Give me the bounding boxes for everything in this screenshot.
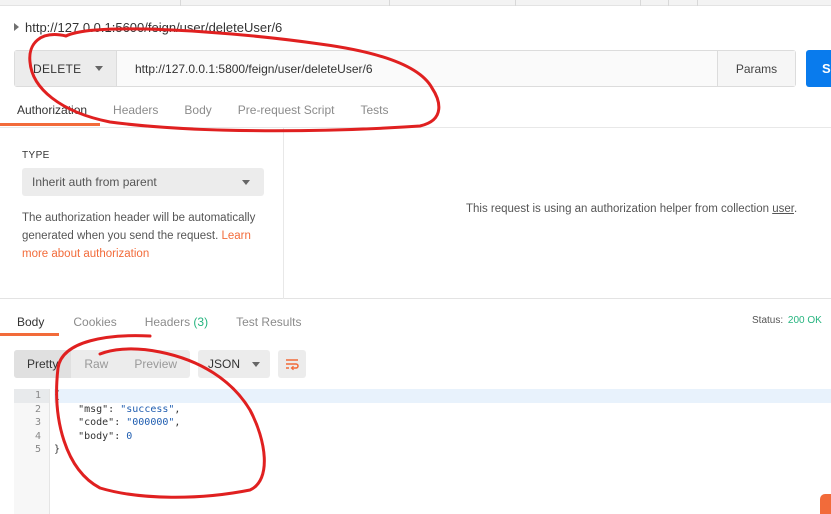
authorization-panel: TYPE Inherit auth from parent The author… bbox=[0, 127, 831, 299]
send-button[interactable]: S bbox=[806, 50, 831, 87]
auth-helper-message: This request is using an authorization h… bbox=[466, 203, 798, 215]
preview-button[interactable]: Preview bbox=[121, 350, 190, 378]
chevron-down-icon bbox=[252, 361, 261, 367]
auth-description: The authorization header will be automat… bbox=[22, 209, 272, 263]
tab-divider bbox=[180, 0, 181, 6]
response-body-editor[interactable]: 1 2 3 4 5 { "msg": "success", "code": "0… bbox=[14, 389, 831, 514]
json-key: "msg": bbox=[54, 403, 121, 415]
type-label: TYPE bbox=[22, 150, 50, 161]
response-status: Status: 200 OK bbox=[752, 315, 822, 326]
tab-test-results[interactable]: Test Results bbox=[222, 312, 315, 336]
auth-settings: TYPE Inherit auth from parent The author… bbox=[0, 128, 284, 299]
code-line: "body": 0 bbox=[54, 430, 831, 444]
status-badge: 200 OK bbox=[787, 315, 822, 326]
code-line: } bbox=[54, 444, 61, 455]
pretty-button[interactable]: Pretty bbox=[14, 350, 72, 378]
json-key: "body": bbox=[54, 430, 127, 442]
tab-divider bbox=[640, 0, 641, 6]
params-button[interactable]: Params bbox=[717, 51, 795, 86]
json-value: "success" bbox=[120, 403, 175, 415]
raw-button[interactable]: Raw bbox=[71, 350, 121, 378]
code-line: "code": "000000", bbox=[54, 417, 181, 428]
tab-headers[interactable]: Headers bbox=[100, 100, 171, 126]
line-number-gutter: 1 2 3 4 5 bbox=[14, 389, 50, 514]
method-label: DELETE bbox=[33, 61, 82, 76]
status-label: Status: bbox=[752, 315, 784, 326]
tab-cookies[interactable]: Cookies bbox=[59, 312, 130, 336]
json-key: "code": bbox=[54, 417, 127, 428]
url-bar: DELETE http://127.0.0.1:5800/feign/user/… bbox=[14, 50, 796, 87]
url-input[interactable]: http://127.0.0.1:5800/feign/user/deleteU… bbox=[117, 51, 717, 86]
app-corner-icon bbox=[820, 494, 831, 514]
tab-divider bbox=[515, 0, 516, 6]
caret-right-icon[interactable] bbox=[14, 23, 19, 31]
chevron-down-icon bbox=[95, 66, 104, 71]
tab-response-headers[interactable]: Headers (3) bbox=[131, 312, 222, 336]
method-select[interactable]: DELETE bbox=[15, 51, 117, 86]
tab-tests[interactable]: Tests bbox=[347, 100, 401, 126]
tab-response-body[interactable]: Body bbox=[0, 312, 60, 336]
line-number: 2 bbox=[34, 403, 41, 415]
auth-type-select[interactable]: Inherit auth from parent bbox=[22, 168, 264, 196]
tab-response-headers-label: Headers bbox=[144, 315, 191, 329]
json-value: "000000" bbox=[126, 417, 175, 428]
tab-body[interactable]: Body bbox=[171, 100, 224, 126]
auth-type-value: Inherit auth from parent bbox=[32, 175, 157, 189]
code-line: "msg": "success", bbox=[54, 403, 181, 415]
response-toolbar: Pretty Raw Preview JSON bbox=[14, 350, 307, 378]
view-mode-group: Pretty Raw Preview bbox=[14, 350, 191, 378]
tab-pre-request-script[interactable]: Pre-request Script bbox=[225, 100, 348, 126]
wrap-lines-icon bbox=[286, 359, 299, 371]
tab-divider bbox=[389, 0, 390, 6]
url-text: http://127.0.0.1:5800/feign/user/deleteU… bbox=[135, 61, 373, 76]
code-line: { bbox=[54, 389, 831, 403]
response-tabs: Body Cookies Headers (3) Test Results bbox=[0, 312, 315, 336]
line-number: 1 bbox=[14, 389, 49, 403]
format-select[interactable]: JSON bbox=[198, 350, 271, 378]
collection-link[interactable]: user bbox=[772, 203, 794, 215]
format-label: JSON bbox=[208, 357, 241, 371]
line-number: 5 bbox=[34, 444, 41, 455]
code-lines: { "msg": "success", "code": "000000", "b… bbox=[54, 389, 831, 457]
request-title-row[interactable]: http://127.0.0.1:5600/feign/user/deleteU… bbox=[14, 18, 282, 36]
headers-count-badge: (3) bbox=[193, 315, 209, 329]
wrap-lines-button[interactable] bbox=[278, 350, 307, 378]
tab-strip bbox=[0, 0, 831, 6]
tab-divider bbox=[668, 0, 669, 6]
json-value: 0 bbox=[126, 430, 133, 442]
request-tabs: Authorization Headers Body Pre-request S… bbox=[0, 100, 401, 126]
tab-divider bbox=[697, 0, 698, 6]
request-title: http://127.0.0.1:5600/feign/user/deleteU… bbox=[25, 19, 283, 35]
tab-authorization[interactable]: Authorization bbox=[0, 100, 101, 126]
auth-helper-text: This request is using an authorization h… bbox=[466, 203, 769, 215]
chevron-down-icon bbox=[242, 179, 250, 185]
line-number: 4 bbox=[34, 430, 41, 442]
line-number: 3 bbox=[34, 417, 41, 428]
